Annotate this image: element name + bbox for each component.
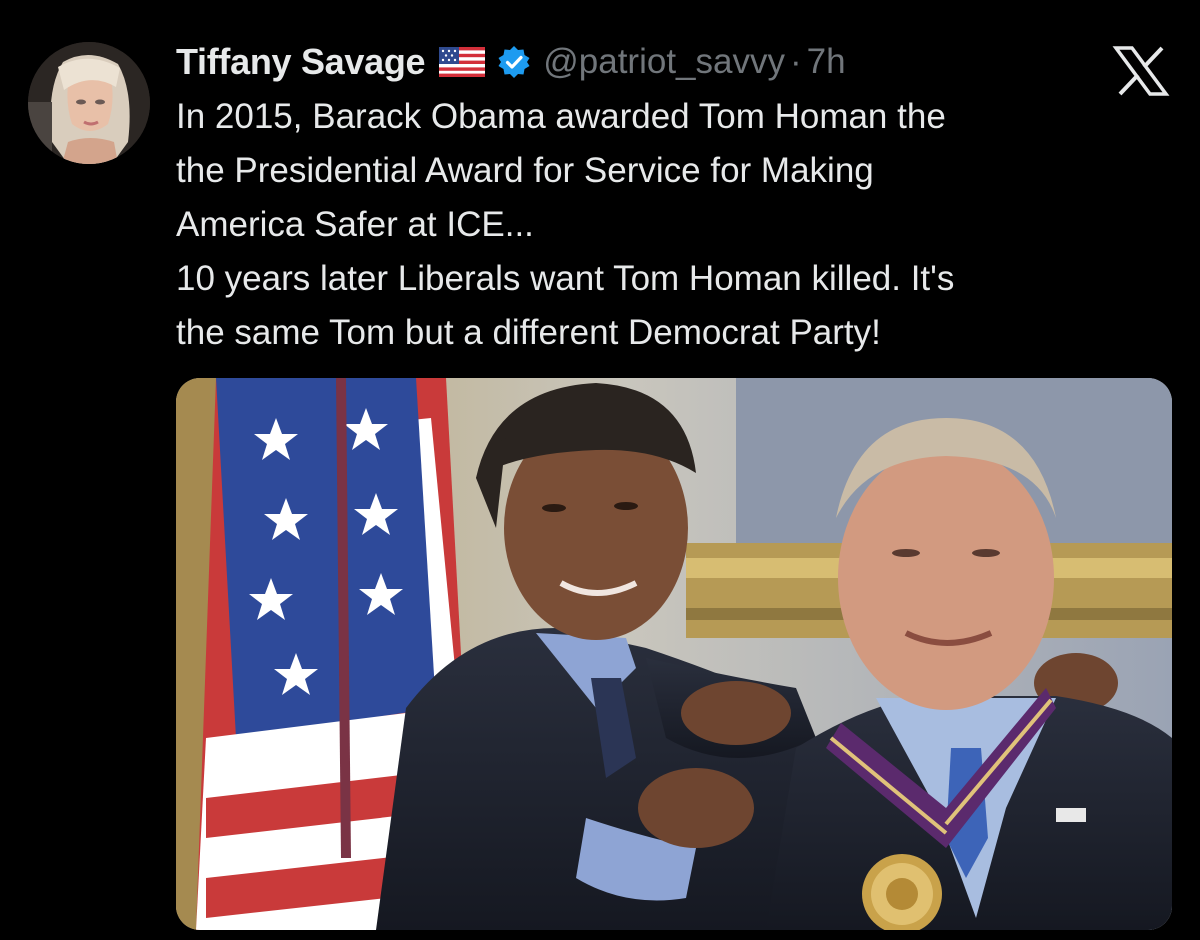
tweet-media-photo[interactable] [176, 378, 1172, 930]
x-logo-icon[interactable] [1112, 46, 1170, 96]
post-timestamp[interactable]: 7h [807, 42, 846, 82]
tweet-text-line: the Presidential Award for Service for M… [176, 151, 874, 190]
author-handle[interactable]: @patriot_savvy [543, 42, 785, 82]
tweet-text-line: America Safer at ICE... [176, 205, 534, 244]
tweet-text: In 2015, Barack Obama awarded Tom Homan … [176, 90, 1166, 360]
author-avatar[interactable] [28, 42, 150, 164]
header-separator: · [790, 42, 802, 81]
avatar-image [28, 42, 150, 164]
tweet-header: Tiffany Savage @patriot_savvy · 7h [176, 38, 846, 86]
tweet-text-line: the same Tom but a different Democrat Pa… [176, 313, 881, 352]
tweet-text-line: 10 years later Liberals want Tom Homan k… [176, 259, 955, 298]
verified-badge-icon[interactable] [497, 45, 531, 79]
medal-ceremony-photo [176, 378, 1172, 930]
author-display-name[interactable]: Tiffany Savage [176, 41, 426, 83]
tweet-text-line: In 2015, Barack Obama awarded Tom Homan … [176, 97, 946, 136]
tweet-card: Tiffany Savage @patriot_savvy · 7h In 20… [0, 0, 1200, 940]
flag-us-icon [439, 47, 486, 77]
